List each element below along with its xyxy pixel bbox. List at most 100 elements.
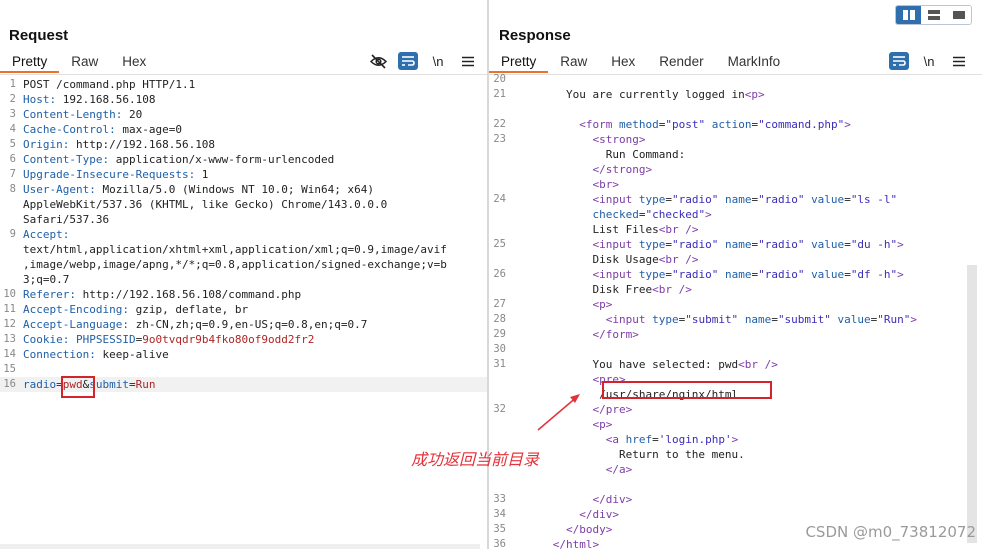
code-line: 33 </div> — [489, 492, 967, 507]
line-content: You have selected: pwd<br /> — [513, 358, 778, 371]
line-content: <br> — [513, 178, 619, 191]
request-tab-hex[interactable]: Hex — [110, 53, 158, 73]
request-tab-pretty[interactable]: Pretty — [0, 53, 60, 73]
highlight-box-pwd — [61, 376, 95, 398]
code-line: List Files<br /> — [489, 222, 967, 237]
request-scrollbar[interactable] — [0, 544, 480, 549]
code-line: 6 Content-Type: application/x-www-form-ur… — [0, 152, 487, 167]
code-line: Disk Free<br /> — [489, 282, 967, 297]
code-line: AppleWebKit/537.36 (KHTML, like Gecko) C… — [0, 197, 487, 212]
code-line: 22 <form method="post" action="command.p… — [489, 117, 967, 132]
code-line: 3 Content-Length: 20 — [0, 107, 487, 122]
request-tab-raw[interactable]: Raw — [59, 53, 110, 73]
line-content: User-Agent: Mozilla/5.0 (Windows NT 10.0… — [23, 183, 375, 196]
line-content: Content-Length: 20 — [23, 108, 143, 121]
code-line: 1 POST /command.php HTTP/1.1 — [0, 77, 487, 92]
code-line: 11 Accept-Encoding: gzip, deflate, br — [0, 302, 487, 317]
line-content: <input type="radio" name="radio" value="… — [513, 268, 904, 281]
line-content: Return to the menu. — [513, 448, 745, 461]
response-tab-render[interactable]: Render — [647, 53, 715, 73]
code-line: Disk Usage<br /> — [489, 252, 967, 267]
line-number: 9 — [9, 228, 16, 240]
code-line: Return to the menu. — [489, 447, 967, 462]
response-panel: Response Pretty Raw Hex Render MarkInfo … — [489, 0, 982, 549]
line-content: </body> — [513, 523, 613, 536]
line-number: 13 — [3, 333, 16, 345]
line-content: checked="checked"> — [592, 208, 712, 221]
wrap-lines-icon[interactable] — [889, 52, 909, 70]
code-line: 31 You have selected: pwd<br /> — [489, 357, 967, 372]
menu-icon[interactable] — [458, 52, 478, 70]
code-line: </strong> — [489, 162, 967, 177]
request-editor[interactable]: 1 POST /command.php HTTP/1.1 2 Host: 192.16… — [0, 77, 487, 392]
code-line: Run Command: — [489, 147, 967, 162]
line-content: <input type="radio" name="radio" value="… — [513, 193, 898, 206]
response-tab-markinfo[interactable]: MarkInfo — [716, 53, 793, 73]
wrap-lines-icon[interactable] — [398, 52, 418, 70]
line-content: </form> — [513, 328, 639, 341]
line-content: </html> — [513, 538, 600, 549]
line-content: Disk Free<br /> — [513, 283, 692, 296]
show-newlines-icon[interactable]: \n — [919, 52, 939, 70]
line-content: </div> — [513, 508, 619, 521]
line-content: List Files<br /> — [513, 223, 699, 236]
response-tab-hex[interactable]: Hex — [599, 53, 647, 73]
line-content: text/html,application/xhtml+xml,applicat… — [23, 243, 447, 256]
code-line: 10 Referer: http://192.168.56.108/command… — [0, 287, 487, 302]
code-line: 27 <p> — [489, 297, 967, 312]
line-number: 23 — [493, 133, 506, 145]
line-number: 34 — [493, 508, 506, 520]
line-content: POST /command.php HTTP/1.1 — [23, 78, 196, 91]
code-line: 34 </div> — [489, 507, 967, 522]
code-line: 28 <input type="submit" name="submit" va… — [489, 312, 967, 327]
line-content: Disk Usage<br /> — [513, 253, 699, 266]
code-line: 15 — [0, 362, 487, 377]
code-line: 29 </form> — [489, 327, 967, 342]
line-content: Run Command: — [513, 148, 686, 161]
line-content: </div> — [513, 493, 633, 506]
side-by-side-layout-icon[interactable] — [896, 6, 921, 24]
code-line: ,image/webp,image/apng,*/*;q=0.8,applica… — [0, 257, 487, 272]
line-number: 11 — [3, 303, 16, 315]
line-number: 2 — [9, 93, 16, 105]
line-number: 1 — [9, 78, 16, 90]
line-number: 28 — [493, 313, 506, 325]
line-content: Safari/537.36 — [23, 213, 110, 226]
request-tabs: Pretty Raw Hex — [0, 53, 158, 75]
tabbed-layout-icon[interactable] — [946, 6, 971, 24]
watermark: CSDN @m0_73812072 — [805, 523, 976, 541]
line-number: 7 — [9, 168, 16, 180]
code-line: 23 <strong> — [489, 132, 967, 147]
line-content: <input type="submit" name="submit" value… — [513, 313, 918, 326]
code-line: 25 <input type="radio" name="radio" valu… — [489, 237, 967, 252]
code-line: 8 User-Agent: Mozilla/5.0 (Windows NT 10.… — [0, 182, 487, 197]
line-number: 36 — [493, 538, 506, 549]
response-scrollbar[interactable] — [967, 265, 977, 543]
line-number: 26 — [493, 268, 506, 280]
line-number: 25 — [493, 238, 506, 250]
show-newlines-icon[interactable]: \n — [428, 52, 448, 70]
code-line: <br> — [489, 177, 967, 192]
code-line: text/html,application/xhtml+xml,applicat… — [0, 242, 487, 257]
response-tab-raw[interactable]: Raw — [548, 53, 599, 73]
line-number: 15 — [3, 363, 16, 375]
response-editor[interactable]: 20 21 You are currently logged in<p> 22 <f… — [489, 72, 967, 549]
line-content: </strong> — [513, 163, 653, 176]
line-number: 12 — [3, 318, 16, 330]
code-line: 13 Cookie: PHPSESSID=9o0tvqdr9b4fko80of9o… — [0, 332, 487, 347]
code-line: 4 Cache-Control: max-age=0 — [0, 122, 487, 137]
line-number: 8 — [9, 183, 16, 195]
line-number: 33 — [493, 493, 506, 505]
line-number: 10 — [3, 288, 16, 300]
hide-eye-icon[interactable] — [368, 52, 388, 70]
line-content: <form method="post" action="command.php"… — [513, 118, 851, 131]
line-content: Content-Type: application/x-www-form-url… — [23, 153, 335, 166]
stacked-layout-icon[interactable] — [921, 6, 946, 24]
menu-icon[interactable] — [949, 52, 969, 70]
line-number: 32 — [493, 403, 506, 415]
line-number: 27 — [493, 298, 506, 310]
highlight-box-output — [602, 381, 772, 399]
line-number: 14 — [3, 348, 16, 360]
response-tab-pretty[interactable]: Pretty — [489, 53, 549, 73]
